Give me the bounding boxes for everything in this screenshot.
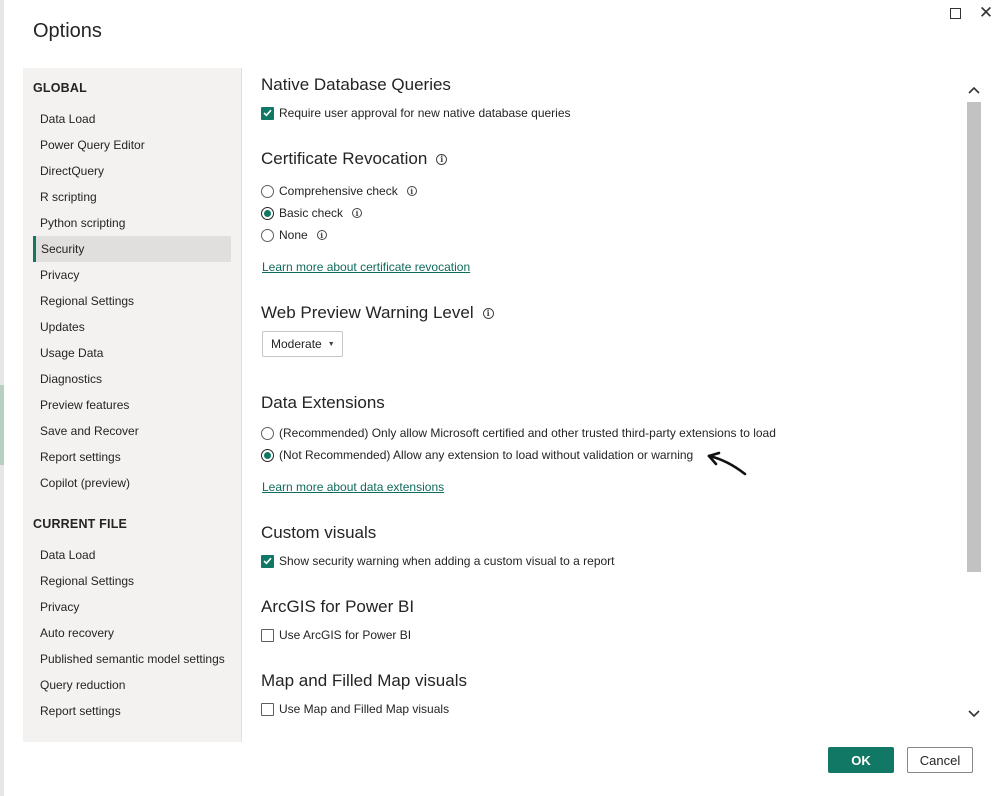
radio-none-label: None bbox=[279, 228, 308, 242]
sidebar-file-item-published-semantic-model-settings[interactable]: Published semantic model settings bbox=[33, 646, 231, 672]
custom-visuals-warning-checkbox[interactable]: Show security warning when adding a cust… bbox=[261, 554, 615, 568]
sidebar-item-data-load[interactable]: Data Load bbox=[33, 106, 231, 132]
cert-revocation-learn-more-link[interactable]: Learn more about certificate revocation bbox=[262, 260, 470, 274]
radio-circle bbox=[261, 184, 274, 198]
map-visuals-title: Map and Filled Map visuals bbox=[261, 671, 467, 690]
info-icon[interactable]: i bbox=[406, 186, 417, 196]
data-extensions-title: Data Extensions bbox=[261, 393, 385, 412]
arcgis-label: Use ArcGIS for Power BI bbox=[279, 628, 412, 642]
info-icon[interactable]: i bbox=[482, 307, 494, 319]
sidebar-item-diagnostics[interactable]: Diagnostics bbox=[33, 366, 231, 392]
web-preview-title: Web Preview Warning Level i bbox=[261, 303, 494, 323]
scroll-up-button[interactable] bbox=[966, 82, 982, 98]
close-icon: ✕ bbox=[978, 3, 994, 22]
checkbox-box bbox=[261, 628, 274, 642]
sidebar-item-python-scripting[interactable]: Python scripting bbox=[33, 210, 231, 236]
sidebar-item-preview-features[interactable]: Preview features bbox=[33, 392, 231, 418]
custom-visuals-title: Custom visuals bbox=[261, 523, 377, 542]
security-settings-panel: Native Database Queries Require user app… bbox=[261, 0, 961, 740]
radio-basic-check[interactable]: Basic check i bbox=[261, 206, 363, 220]
radio-recommended-extensions[interactable]: (Recommended) Only allow Microsoft certi… bbox=[261, 426, 776, 440]
radio-circle bbox=[261, 426, 274, 440]
info-icon[interactable]: i bbox=[352, 208, 363, 218]
native-db-approval-checkbox[interactable]: Require user approval for new native dat… bbox=[261, 106, 571, 120]
custom-visuals-warning-label: Show security warning when adding a cust… bbox=[279, 554, 615, 568]
content-scrollbar[interactable] bbox=[966, 68, 982, 730]
global-section-header: GLOBAL bbox=[33, 81, 87, 95]
arcgis-title: ArcGIS for Power BI bbox=[261, 597, 415, 616]
close-button[interactable]: ✕ bbox=[975, 2, 997, 24]
web-preview-title-text: Web Preview Warning Level bbox=[261, 303, 474, 322]
native-db-approval-label: Require user approval for new native dat… bbox=[279, 106, 571, 120]
sidebar-file-item-privacy[interactable]: Privacy bbox=[33, 594, 231, 620]
radio-comprehensive-check-label: Comprehensive check bbox=[279, 184, 398, 198]
scroll-down-button[interactable] bbox=[966, 706, 982, 722]
info-icon[interactable]: i bbox=[436, 153, 448, 165]
cert-revocation-title: Certificate Revocation i bbox=[261, 149, 448, 169]
chevron-down-icon: ▼ bbox=[327, 340, 335, 348]
current-file-section-header: CURRENT FILE bbox=[33, 517, 128, 531]
annotation-arrow-icon bbox=[707, 451, 747, 476]
sidebar-item-r-scripting[interactable]: R scripting bbox=[33, 184, 231, 210]
sidebar-item-power-query-editor[interactable]: Power Query Editor bbox=[33, 132, 231, 158]
arcgis-checkbox[interactable]: Use ArcGIS for Power BI bbox=[261, 628, 411, 642]
sidebar-file-item-regional-settings[interactable]: Regional Settings bbox=[33, 568, 231, 594]
background-window-accent bbox=[0, 385, 4, 465]
sidebar-item-save-and-recover[interactable]: Save and Recover bbox=[33, 418, 231, 444]
chevron-up-icon bbox=[968, 86, 980, 94]
cert-revocation-title-text: Certificate Revocation bbox=[261, 149, 428, 168]
sidebar-item-directquery[interactable]: DirectQuery bbox=[33, 158, 231, 184]
sidebar-item-updates[interactable]: Updates bbox=[33, 314, 231, 340]
radio-circle bbox=[261, 448, 274, 462]
radio-circle bbox=[261, 206, 274, 220]
radio-circle bbox=[261, 228, 274, 242]
radio-recommended-extensions-label: (Recommended) Only allow Microsoft certi… bbox=[279, 426, 776, 440]
sidebar-file-item-auto-recovery[interactable]: Auto recovery bbox=[33, 620, 231, 646]
radio-not-recommended-extensions-label: (Not Recommended) Allow any extension to… bbox=[279, 448, 694, 462]
native-db-title: Native Database Queries bbox=[261, 75, 451, 94]
sidebar-file-item-query-reduction[interactable]: Query reduction bbox=[33, 672, 231, 698]
map-visuals-checkbox[interactable]: Use Map and Filled Map visuals bbox=[261, 702, 449, 716]
scroll-thumb[interactable] bbox=[967, 102, 981, 572]
sidebar-item-usage-data[interactable]: Usage Data bbox=[33, 340, 231, 366]
ok-button[interactable]: OK bbox=[828, 747, 894, 773]
checkbox-box bbox=[261, 702, 274, 716]
sidebar-file-item-data-load[interactable]: Data Load bbox=[33, 542, 231, 568]
checkbox-box bbox=[261, 554, 274, 568]
sidebar-item-copilot-preview[interactable]: Copilot (preview) bbox=[33, 470, 231, 496]
dialog-title: Options bbox=[33, 20, 102, 42]
web-preview-level-value: Moderate bbox=[271, 337, 322, 351]
sidebar-item-report-settings[interactable]: Report settings bbox=[33, 444, 231, 470]
radio-comprehensive-check[interactable]: Comprehensive check i bbox=[261, 184, 417, 198]
checkbox-box bbox=[261, 106, 274, 120]
info-icon[interactable]: i bbox=[316, 230, 327, 240]
sidebar-item-security[interactable]: Security bbox=[33, 236, 231, 262]
sidebar-item-regional-settings[interactable]: Regional Settings bbox=[33, 288, 231, 314]
sidebar-file-item-report-settings[interactable]: Report settings bbox=[33, 698, 231, 724]
chevron-down-icon bbox=[968, 710, 980, 718]
web-preview-level-dropdown[interactable]: Moderate ▼ bbox=[262, 331, 343, 357]
sidebar-item-privacy[interactable]: Privacy bbox=[33, 262, 231, 288]
map-visuals-label: Use Map and Filled Map visuals bbox=[279, 702, 450, 716]
radio-none[interactable]: None i bbox=[261, 228, 327, 242]
background-window-edge bbox=[0, 0, 4, 796]
radio-basic-check-label: Basic check bbox=[279, 206, 344, 220]
radio-not-recommended-extensions[interactable]: (Not Recommended) Allow any extension to… bbox=[261, 448, 693, 462]
cancel-button[interactable]: Cancel bbox=[907, 747, 973, 773]
options-sidebar: GLOBAL Data Load Power Query Editor Direct… bbox=[23, 68, 242, 742]
data-extensions-learn-more-link[interactable]: Learn more about data extensions bbox=[262, 480, 444, 494]
